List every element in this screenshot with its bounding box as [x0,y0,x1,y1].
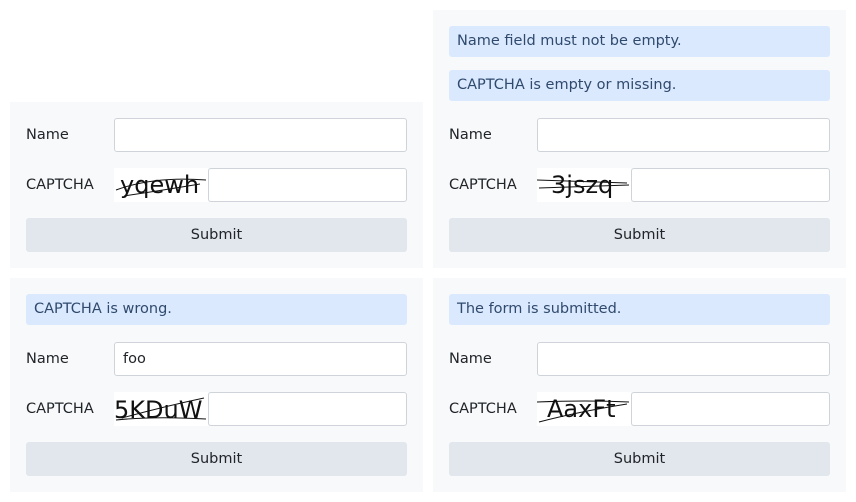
captcha-input[interactable] [208,168,407,202]
captcha-label: CAPTCHA [449,177,517,193]
submit-button[interactable]: Submit [449,442,830,476]
name-input[interactable] [114,342,407,376]
captcha-text: 5KDuW [114,396,202,424]
captcha-label: CAPTCHA [26,177,94,193]
captcha-input[interactable] [631,168,830,202]
form-panel-1: Name CAPTCHA yqewh Submit [10,102,423,268]
error-message: CAPTCHA is wrong. [26,294,407,325]
captcha-image: yqewh [114,168,208,202]
form-panel-3: CAPTCHA is wrong. Name CAPTCHA 5KDuW Sub… [10,278,423,492]
captcha-label: CAPTCHA [26,401,94,417]
captcha-image: 3jszq [537,168,631,202]
name-input[interactable] [537,342,830,376]
submit-button[interactable]: Submit [449,218,830,252]
submit-button[interactable]: Submit [26,442,407,476]
captcha-image: AaxFt [537,392,631,426]
captcha-label: CAPTCHA [449,401,517,417]
name-label: Name [26,351,69,367]
form-panel-2: Name field must not be empty. CAPTCHA is… [433,10,846,268]
form-panel-4: The form is submitted. Name CAPTCHA AaxF… [433,278,846,492]
error-message: Name field must not be empty. [449,26,830,57]
submit-button[interactable]: Submit [26,218,407,252]
error-message: CAPTCHA is empty or missing. [449,70,830,101]
captcha-text: AaxFt [547,395,616,423]
name-input[interactable] [537,118,830,152]
captcha-input[interactable] [208,392,407,426]
name-label: Name [26,127,69,143]
captcha-text: 3jszq [551,171,613,199]
name-label: Name [449,127,492,143]
captcha-image: 5KDuW [114,392,208,426]
success-message: The form is submitted. [449,294,830,325]
name-input[interactable] [114,118,407,152]
captcha-input[interactable] [631,392,830,426]
name-label: Name [449,351,492,367]
